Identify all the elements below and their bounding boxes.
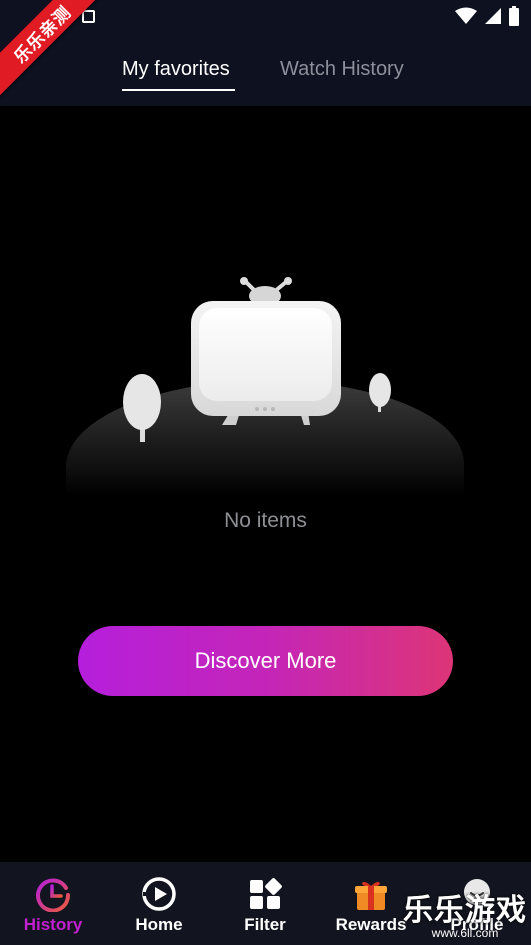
- battery-icon: [509, 6, 519, 26]
- nav-item-history[interactable]: History: [0, 862, 106, 945]
- nav-item-filter[interactable]: Filter: [212, 862, 318, 945]
- gift-box-icon: [355, 881, 387, 910]
- discover-more-button[interactable]: Discover More: [78, 626, 453, 696]
- wifi-icon: [455, 7, 477, 24]
- watermark-url: www.6ll.com: [431, 926, 499, 940]
- watermark-title: 乐乐游戏: [403, 894, 527, 927]
- grid-filter-icon: [250, 878, 282, 909]
- tab-watch-history[interactable]: Watch History: [280, 58, 404, 81]
- active-tab-indicator: [122, 89, 235, 91]
- status-icons: [455, 6, 519, 26]
- history-clock-icon: [36, 878, 71, 912]
- empty-tv-illustration: [66, 277, 464, 495]
- tab-my-favorites[interactable]: My favorites: [122, 58, 230, 81]
- empty-state-message: No items: [224, 509, 307, 532]
- nav-label-history: History: [23, 915, 83, 934]
- nav-item-home[interactable]: Home: [106, 862, 212, 945]
- nav-label-home: Home: [135, 915, 183, 934]
- tab-bar: My favorites Watch History: [0, 58, 531, 98]
- top-header: 乐乐亲测 My favorites Watch History: [0, 0, 531, 106]
- watermark: 乐乐游戏 www.6ll.com: [403, 894, 527, 940]
- signal-icon: [485, 8, 501, 24]
- sim-card-icon: [82, 10, 95, 23]
- nav-label-filter: Filter: [244, 915, 286, 934]
- play-circle-icon: [142, 877, 176, 911]
